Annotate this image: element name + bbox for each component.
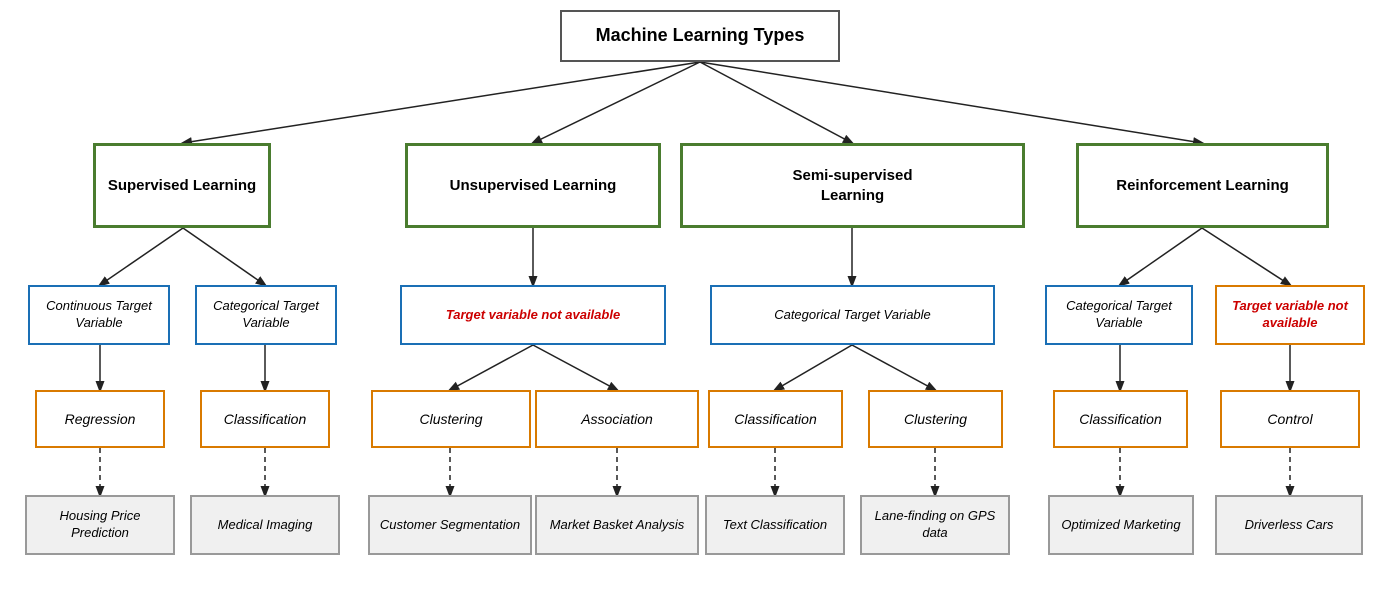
- customer-node: Customer Segmentation: [368, 495, 532, 555]
- housing-node: Housing Price Prediction: [25, 495, 175, 555]
- root-node: Machine Learning Types: [560, 10, 840, 62]
- classification-rl-node: Classification: [1053, 390, 1188, 448]
- association-node: Association: [535, 390, 699, 448]
- lane-node: Lane-finding on GPS data: [860, 495, 1010, 555]
- unsupervised-node: Unsupervised Learning: [405, 143, 661, 228]
- categorical-semi-node: Categorical Target Variable: [710, 285, 995, 345]
- target-not-avail-rl-node: Target variable not available: [1215, 285, 1365, 345]
- semi-node: Semi-supervisedLearning: [680, 143, 1025, 228]
- regression-node: Regression: [35, 390, 165, 448]
- text-class-node: Text Classification: [705, 495, 845, 555]
- supervised-node: Supervised Learning: [93, 143, 271, 228]
- continuous-node: Continuous Target Variable: [28, 285, 170, 345]
- clustering-unsup-node: Clustering: [371, 390, 531, 448]
- optimized-node: Optimized Marketing: [1048, 495, 1194, 555]
- control-node: Control: [1220, 390, 1360, 448]
- medical-node: Medical Imaging: [190, 495, 340, 555]
- diagram: Machine Learning Types Supervised Learni…: [0, 0, 1400, 611]
- classification-semi-node: Classification: [708, 390, 843, 448]
- categorical-rl-node: Categorical Target Variable: [1045, 285, 1193, 345]
- market-node: Market Basket Analysis: [535, 495, 699, 555]
- categorical-sup-node: Categorical Target Variable: [195, 285, 337, 345]
- reinforcement-node: Reinforcement Learning: [1076, 143, 1329, 228]
- classification-sup-node: Classification: [200, 390, 330, 448]
- driverless-node: Driverless Cars: [1215, 495, 1363, 555]
- clustering-semi-node: Clustering: [868, 390, 1003, 448]
- target-not-avail-unsup-node: Target variable not available: [400, 285, 666, 345]
